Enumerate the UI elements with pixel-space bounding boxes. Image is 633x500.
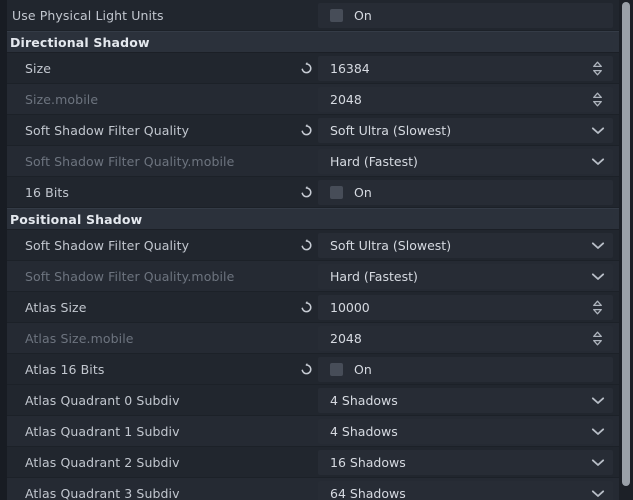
checkbox-label: On [354, 185, 372, 200]
property-label-16-bits: 16 Bits [25, 185, 70, 200]
property-row-size-mobile: Size.mobile 2048 [0, 84, 619, 115]
revert-icon[interactable] [299, 238, 314, 253]
revert-icon[interactable] [299, 185, 314, 200]
vertical-scrollbar-thumb[interactable] [622, 2, 630, 486]
chevron-down-icon[interactable] [591, 241, 605, 250]
property-label-atlas-quadrant-2-subdiv: Atlas Quadrant 2 Subdiv [25, 455, 180, 470]
checkbox-label: On [354, 362, 372, 377]
property-label-positional-soft-shadow-filter-quality: Soft Shadow Filter Quality [25, 238, 190, 253]
number-value: 10000 [330, 300, 370, 315]
checkbox-label: On [354, 8, 372, 23]
dropdown-positional-soft-shadow-filter-quality-mobile[interactable]: Hard (Fastest) [318, 264, 613, 289]
property-row-atlas-quadrant-0-subdiv: Atlas Quadrant 0 Subdiv 4 Shadows [0, 385, 619, 416]
number-input-atlas-size[interactable]: 10000 [318, 295, 613, 320]
checkbox-icon[interactable] [330, 9, 343, 22]
property-row-positional-soft-shadow-filter-quality: Soft Shadow Filter Quality Soft Ultra (Sl… [0, 230, 619, 261]
property-label-atlas-quadrant-1-subdiv: Atlas Quadrant 1 Subdiv [25, 424, 180, 439]
dropdown-value: 64 Shadows [330, 486, 406, 500]
panel-left-gutter [0, 0, 7, 500]
revert-icon[interactable] [299, 123, 314, 138]
revert-icon[interactable] [299, 300, 314, 315]
dropdown-soft-shadow-filter-quality-mobile[interactable]: Hard (Fastest) [318, 149, 613, 174]
property-row-atlas-quadrant-2-subdiv: Atlas Quadrant 2 Subdiv 16 Shadows [0, 447, 619, 478]
number-stepper-icon[interactable] [591, 331, 604, 346]
section-header-directional-shadow[interactable]: Directional Shadow [0, 31, 619, 53]
property-row-16-bits: 16 Bits On [0, 177, 619, 208]
property-label-atlas-quadrant-0-subdiv: Atlas Quadrant 0 Subdiv [25, 393, 180, 408]
number-value: 2048 [330, 92, 362, 107]
dropdown-value: Hard (Fastest) [330, 154, 418, 169]
property-row-use-physical-light-units: Use Physical Light Units On [0, 0, 619, 31]
dropdown-soft-shadow-filter-quality[interactable]: Soft Ultra (Slowest) [318, 118, 613, 143]
dropdown-value: Hard (Fastest) [330, 269, 418, 284]
dropdown-value: 4 Shadows [330, 424, 398, 439]
property-row-atlas-quadrant-1-subdiv: Atlas Quadrant 1 Subdiv 4 Shadows [0, 416, 619, 447]
property-label-size: Size [25, 61, 52, 76]
number-value: 16384 [330, 61, 370, 76]
property-row-atlas-16-bits: Atlas 16 Bits On [0, 354, 619, 385]
checkbox-group-16-bits[interactable]: On [318, 180, 372, 205]
inspector-properties-panel: Use Physical Light Units On Directional Sh… [0, 0, 633, 500]
number-stepper-icon[interactable] [591, 92, 604, 107]
chevron-down-icon[interactable] [591, 396, 605, 405]
number-input-size[interactable]: 16384 [318, 56, 613, 81]
property-label-positional-soft-shadow-filter-quality-mobile: Soft Shadow Filter Quality.mobile [25, 269, 235, 284]
number-value: 2048 [330, 331, 362, 346]
property-label-atlas-quadrant-3-subdiv: Atlas Quadrant 3 Subdiv [25, 486, 180, 500]
property-row-soft-shadow-filter-quality-mobile: Soft Shadow Filter Quality.mobile Hard (F… [0, 146, 619, 177]
property-row-size: Size 16384 [0, 53, 619, 84]
chevron-down-icon[interactable] [591, 489, 605, 498]
property-rows-container: Use Physical Light Units On Directional Sh… [0, 0, 619, 500]
chevron-down-icon[interactable] [591, 126, 605, 135]
property-label-atlas-size: Atlas Size [25, 300, 87, 315]
dropdown-value: Soft Ultra (Slowest) [330, 123, 452, 138]
property-label-soft-shadow-filter-quality-mobile: Soft Shadow Filter Quality.mobile [25, 154, 235, 169]
section-title: Directional Shadow [10, 35, 150, 50]
number-input-atlas-size-mobile[interactable]: 2048 [318, 326, 613, 351]
chevron-down-icon[interactable] [591, 427, 605, 436]
value-container-atlas-16-bits: On [318, 357, 613, 382]
checkbox-group-use-physical-light-units[interactable]: On [318, 3, 372, 28]
property-row-soft-shadow-filter-quality: Soft Shadow Filter Quality Soft Ultra (Sl… [0, 115, 619, 146]
property-label-atlas-size-mobile: Atlas Size.mobile [25, 331, 134, 346]
dropdown-atlas-quadrant-0-subdiv[interactable]: 4 Shadows [318, 388, 613, 413]
property-row-positional-soft-shadow-filter-quality-mobile: Soft Shadow Filter Quality.mobile Hard (F… [0, 261, 619, 292]
number-input-size-mobile[interactable]: 2048 [318, 87, 613, 112]
dropdown-value: 4 Shadows [330, 393, 398, 408]
dropdown-atlas-quadrant-3-subdiv[interactable]: 64 Shadows [318, 481, 613, 500]
value-container-use-physical-light-units: On [318, 3, 613, 28]
revert-icon[interactable] [299, 61, 314, 76]
property-row-atlas-size-mobile: Atlas Size.mobile 2048 [0, 323, 619, 354]
property-label-use-physical-light-units: Use Physical Light Units [12, 8, 164, 23]
chevron-down-icon[interactable] [591, 157, 605, 166]
chevron-down-icon[interactable] [591, 272, 605, 281]
property-row-atlas-size: Atlas Size 10000 [0, 292, 619, 323]
checkbox-icon[interactable] [330, 186, 343, 199]
property-label-size-mobile: Size.mobile [25, 92, 99, 107]
number-stepper-icon[interactable] [591, 300, 604, 315]
value-container-16-bits: On [318, 180, 613, 205]
dropdown-value: 16 Shadows [330, 455, 406, 470]
chevron-down-icon[interactable] [591, 458, 605, 467]
dropdown-atlas-quadrant-1-subdiv[interactable]: 4 Shadows [318, 419, 613, 444]
dropdown-value: Soft Ultra (Slowest) [330, 238, 452, 253]
dropdown-positional-soft-shadow-filter-quality[interactable]: Soft Ultra (Slowest) [318, 233, 613, 258]
number-stepper-icon[interactable] [591, 61, 604, 76]
property-label-atlas-16-bits: Atlas 16 Bits [25, 362, 105, 377]
section-header-positional-shadow[interactable]: Positional Shadow [0, 208, 619, 230]
property-row-atlas-quadrant-3-subdiv: Atlas Quadrant 3 Subdiv 64 Shadows [0, 478, 619, 500]
checkbox-icon[interactable] [330, 363, 343, 376]
vertical-scrollbar[interactable] [619, 0, 633, 500]
section-title: Positional Shadow [10, 212, 143, 227]
revert-icon[interactable] [299, 362, 314, 377]
dropdown-atlas-quadrant-2-subdiv[interactable]: 16 Shadows [318, 450, 613, 475]
property-label-soft-shadow-filter-quality: Soft Shadow Filter Quality [25, 123, 190, 138]
checkbox-group-atlas-16-bits[interactable]: On [318, 357, 372, 382]
